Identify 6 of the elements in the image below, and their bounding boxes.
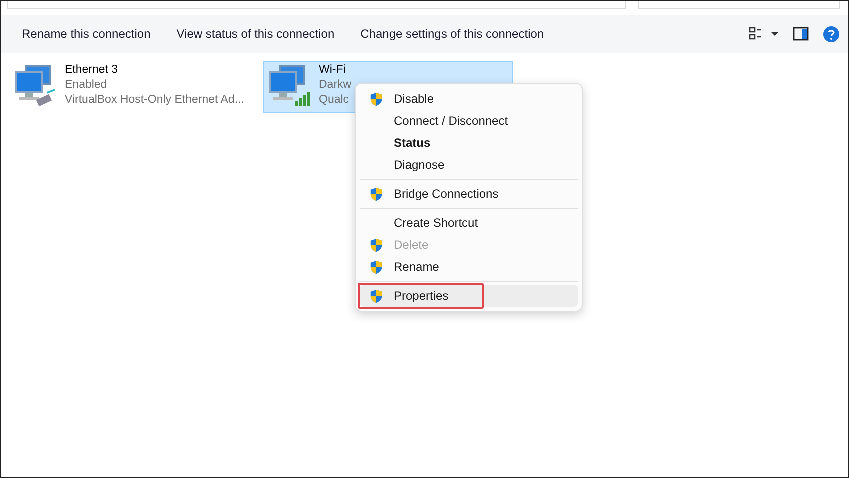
connection-name: Wi-Fi xyxy=(319,63,347,78)
connection-device: VirtualBox Host-Only Ethernet Ad... xyxy=(65,93,244,108)
connection-name: Ethernet 3 xyxy=(65,63,120,78)
connection-status: Darkw xyxy=(319,78,352,93)
connection-device: Qualc xyxy=(319,93,350,108)
connection-status: Enabled xyxy=(65,78,108,93)
